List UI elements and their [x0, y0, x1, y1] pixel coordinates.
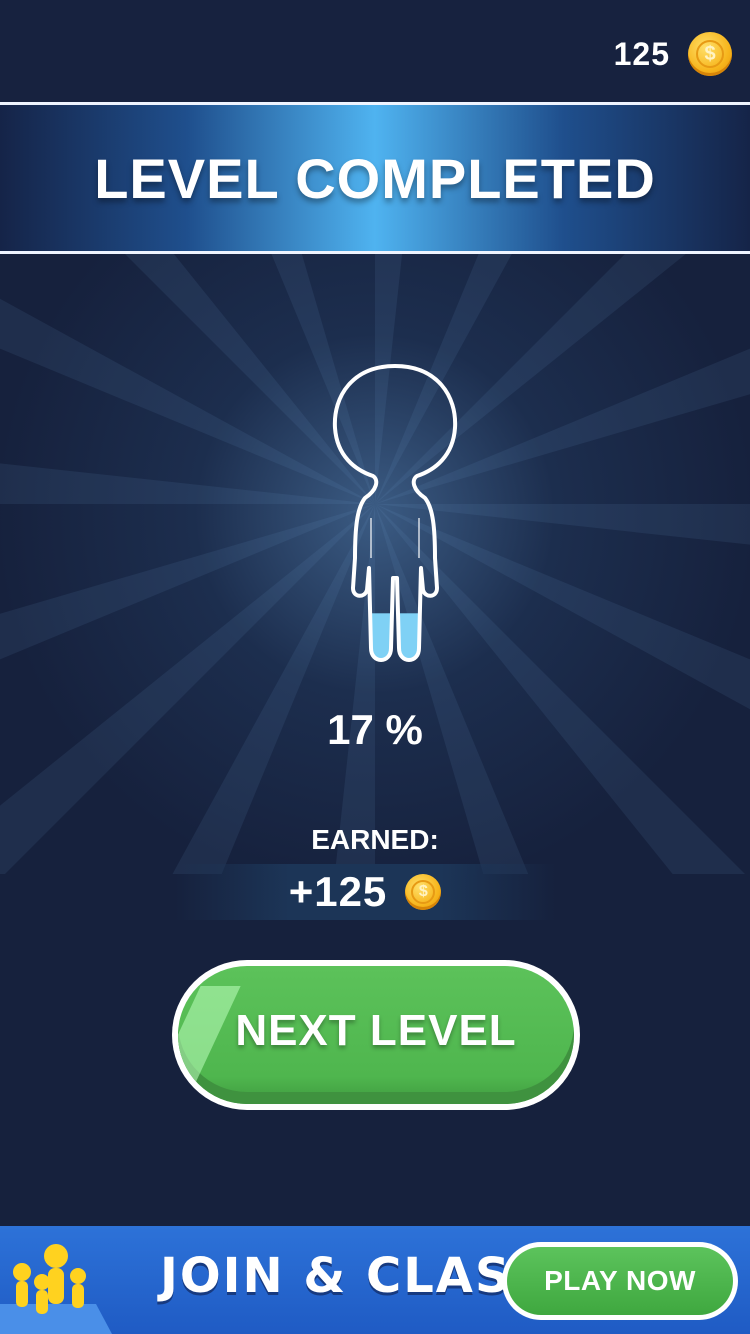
ad-banner[interactable]: JOIN & CLASH PLAY NOW [0, 1226, 750, 1334]
coin-icon: $ [688, 32, 732, 76]
coin-count: 125 [613, 35, 670, 72]
earned-label: EARNED: [311, 824, 439, 855]
coin-icon: $ [405, 874, 442, 910]
earned-value: +125 [288, 868, 388, 915]
crowd-runners-icon [0, 1244, 112, 1334]
stickman-silhouette-icon [332, 364, 458, 662]
banner-title: LEVEL COMPLETED [94, 146, 656, 210]
ad-title: JOIN & CLASH [160, 1248, 554, 1304]
coin-counter: 125 $ [614, 32, 732, 76]
next-level-button[interactable]: NEXT LEVEL [172, 960, 580, 1110]
next-level-label: NEXT LEVEL [235, 1006, 517, 1055]
earned-reward: +125 $ [175, 864, 555, 920]
play-now-label: PLAY NOW [544, 1265, 696, 1296]
progress-percent: 17 % [327, 706, 423, 753]
fill-level [334, 613, 456, 660]
play-now-button[interactable]: PLAY NOW [502, 1242, 738, 1320]
top-bar: 125 $ [0, 0, 750, 102]
level-completed-banner: LEVEL COMPLETED [0, 102, 750, 254]
result-stage: 17 % EARNED: +125 $ NEXT LEVEL [0, 254, 750, 1226]
